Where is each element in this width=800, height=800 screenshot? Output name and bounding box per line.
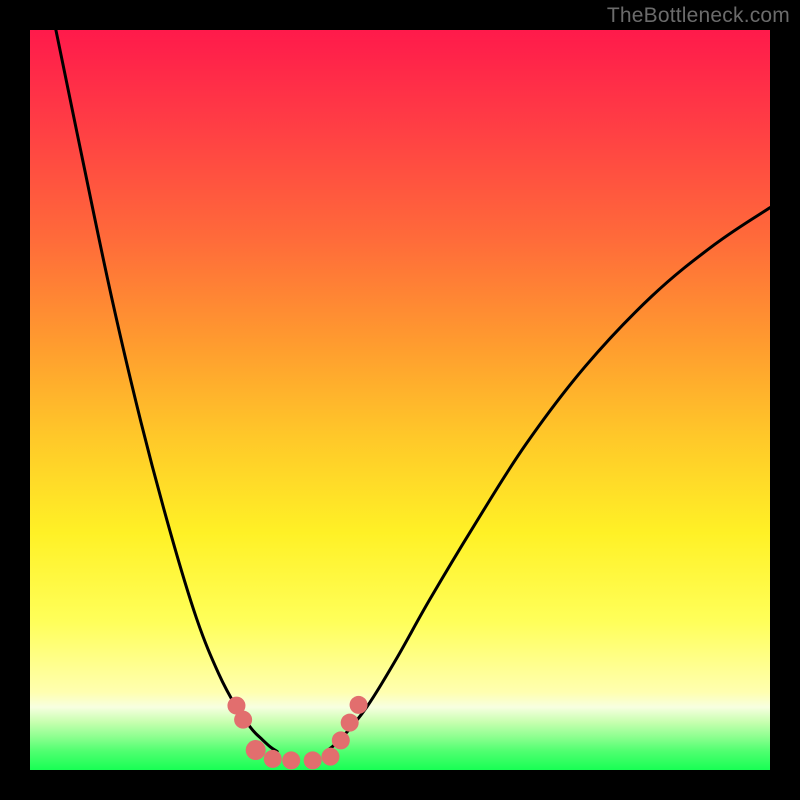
marker-dot [234, 711, 252, 729]
watermark-text: TheBottleneck.com [607, 4, 790, 28]
chart-svg [30, 30, 770, 770]
marker-dot [304, 751, 322, 769]
chart-frame: TheBottleneck.com [0, 0, 800, 800]
plot-area [30, 30, 770, 770]
curve-layer [56, 30, 770, 752]
marker-dot [264, 750, 282, 768]
marker-dot [246, 740, 266, 760]
marker-dot [350, 696, 368, 714]
series-left-branch [56, 30, 277, 752]
marker-dot [282, 751, 300, 769]
marker-dot [321, 748, 339, 766]
series-right-branch [326, 208, 770, 752]
marker-dot [341, 714, 359, 732]
marker-dot [332, 731, 350, 749]
